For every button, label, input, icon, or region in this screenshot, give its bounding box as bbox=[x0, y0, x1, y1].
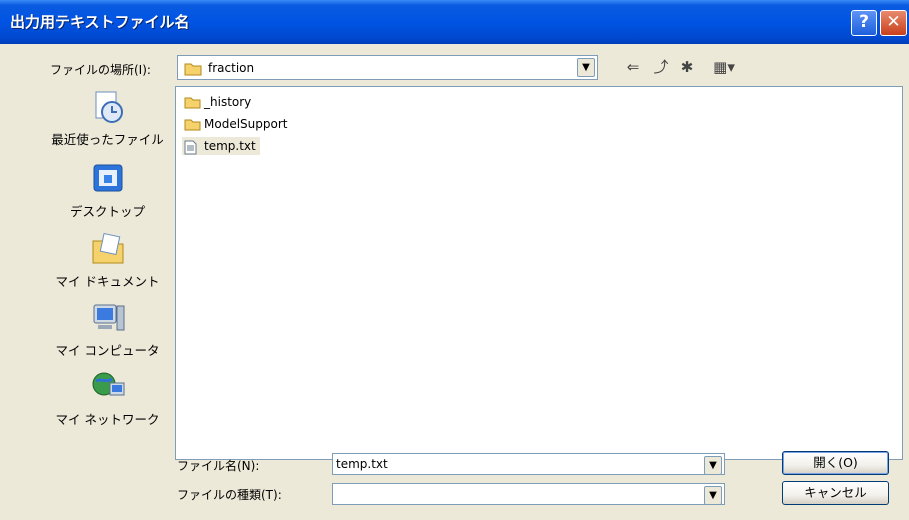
lookin-value: fraction bbox=[208, 61, 255, 75]
my-documents-icon bbox=[90, 231, 126, 267]
my-computer-icon bbox=[90, 300, 126, 336]
new-folder-icon[interactable]: ✱ bbox=[676, 57, 698, 77]
recent-documents-icon bbox=[90, 89, 126, 125]
back-icon[interactable]: ⇐ bbox=[622, 57, 644, 77]
place-label: マイ ネットワーク bbox=[55, 412, 160, 427]
cancel-button[interactable]: キャンセル bbox=[782, 481, 889, 505]
place-documents[interactable]: マイ ドキュメント bbox=[49, 231, 166, 290]
file-list[interactable]: _history ModelSupport temp.txt bbox=[175, 86, 903, 460]
places-bar: 最近使ったファイル デスクトップ マイ ドキュメント マイ コンピュータ マイ … bbox=[49, 89, 166, 459]
views-menu-icon[interactable]: ▦▾ bbox=[706, 57, 742, 77]
filetype-label: ファイルの種類(T): bbox=[177, 488, 282, 502]
lookin-dropdown[interactable]: fraction ▼ bbox=[177, 55, 598, 80]
chevron-down-icon[interactable]: ▼ bbox=[704, 486, 722, 505]
folder-icon bbox=[184, 96, 201, 109]
file-name: _history bbox=[204, 95, 252, 109]
help-button[interactable]: ? bbox=[851, 10, 877, 36]
window-title: 出力用テキストファイル名 bbox=[10, 13, 190, 31]
place-label: 最近使ったファイル bbox=[51, 132, 164, 147]
up-folder-icon[interactable]: ⤴ bbox=[650, 57, 672, 77]
open-button[interactable]: 開く(O) bbox=[782, 451, 889, 475]
place-label: デスクトップ bbox=[69, 204, 145, 219]
filename-value: temp.txt bbox=[336, 457, 388, 471]
place-label: マイ ドキュメント bbox=[55, 274, 160, 289]
folder-icon bbox=[184, 62, 202, 76]
filename-label: ファイル名(N): bbox=[177, 459, 260, 473]
place-label: マイ コンピュータ bbox=[55, 343, 160, 358]
desktop-icon bbox=[90, 161, 126, 197]
chevron-down-icon[interactable]: ▼ bbox=[704, 456, 722, 475]
text-file-icon bbox=[184, 140, 197, 155]
list-item[interactable]: temp.txt bbox=[182, 137, 260, 155]
close-button[interactable]: ✕ bbox=[880, 10, 907, 36]
my-network-icon bbox=[90, 369, 126, 405]
list-item[interactable]: ModelSupport bbox=[182, 115, 291, 133]
list-item[interactable]: _history bbox=[182, 93, 255, 111]
lookin-label: ファイルの場所(I): bbox=[50, 63, 151, 77]
place-computer[interactable]: マイ コンピュータ bbox=[49, 300, 166, 359]
file-name: temp.txt bbox=[204, 139, 256, 153]
chevron-down-icon[interactable]: ▼ bbox=[577, 58, 595, 77]
title-bar[interactable]: 出力用テキストファイル名 ? ✕ bbox=[0, 0, 909, 44]
filetype-select[interactable]: ▼ bbox=[332, 483, 725, 505]
place-desktop[interactable]: デスクトップ bbox=[49, 161, 166, 220]
place-network[interactable]: マイ ネットワーク bbox=[49, 369, 166, 428]
folder-icon bbox=[184, 118, 201, 131]
place-recent[interactable]: 最近使ったファイル bbox=[49, 89, 166, 148]
filename-input[interactable]: temp.txt ▼ bbox=[332, 453, 725, 475]
file-name: ModelSupport bbox=[204, 117, 288, 131]
